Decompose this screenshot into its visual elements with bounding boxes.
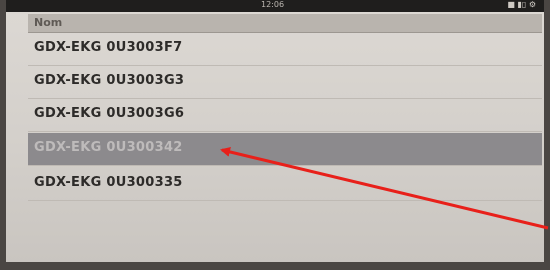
annotation-arrow [220, 146, 549, 230]
red-arrow-line [220, 146, 549, 230]
